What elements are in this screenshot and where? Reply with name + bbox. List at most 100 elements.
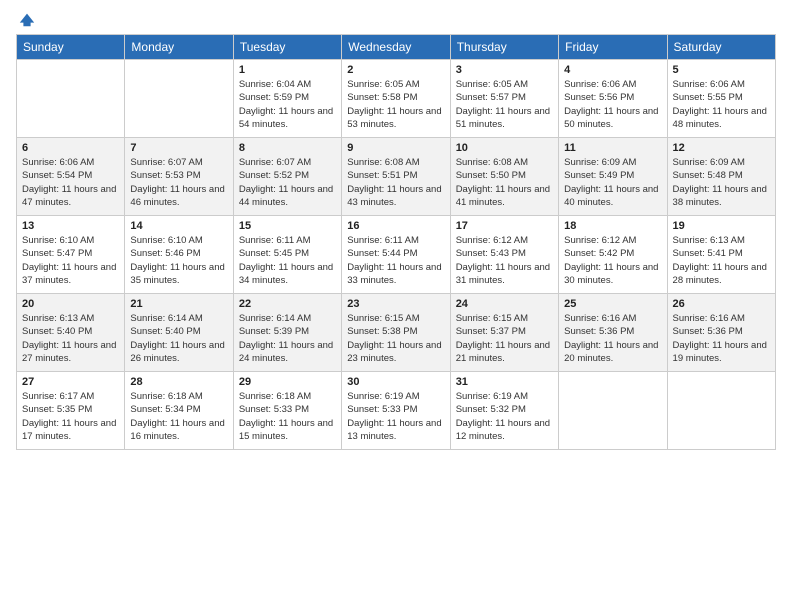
day-info: Sunrise: 6:06 AMSunset: 5:55 PMDaylight:… (673, 78, 770, 131)
calendar-week-row: 6 Sunrise: 6:06 AMSunset: 5:54 PMDaylight… (17, 138, 776, 216)
day-info: Sunrise: 6:13 AMSunset: 5:40 PMDaylight:… (22, 312, 119, 365)
day-number: 12 (673, 142, 770, 154)
calendar-day-cell: 24Sunrise: 6:15 AMSunset: 5:37 PMDayligh… (450, 294, 558, 372)
day-number: 4 (564, 64, 661, 76)
day-number: 13 (22, 220, 119, 232)
day-number: 5 (673, 64, 770, 76)
day-number: 2 (347, 64, 444, 76)
calendar-day-cell: 27 Sunrise: 6:17 AMSunset: 5:35 PMDayligh… (17, 372, 125, 450)
day-number: 3 (456, 64, 553, 76)
day-info: Sunrise: 6:10 AMSunset: 5:47 PMDaylight:… (22, 234, 119, 287)
calendar-day-cell (559, 372, 667, 450)
day-number: 9 (347, 142, 444, 154)
calendar-week-row: 20 Sunrise: 6:13 AMSunset: 5:40 PMDayligh… (17, 294, 776, 372)
day-info: Sunrise: 6:10 AMSunset: 5:46 PMDaylight:… (130, 234, 227, 287)
day-info: Sunrise: 6:06 AMSunset: 5:54 PMDaylight:… (22, 156, 119, 209)
calendar-header-cell: Saturday (667, 35, 775, 60)
calendar-day-cell (125, 60, 233, 138)
calendar-day-cell: 4 Sunrise: 6:06 AMSunset: 5:56 PMDaylight… (559, 60, 667, 138)
day-number: 31 (456, 376, 553, 388)
day-info: Sunrise: 6:08 AMSunset: 5:50 PMDaylight:… (456, 156, 553, 209)
calendar-week-row: 1 Sunrise: 6:04 AMSunset: 5:59 PMDaylight… (17, 60, 776, 138)
day-info: Sunrise: 6:19 AMSunset: 5:32 PMDaylight:… (456, 390, 553, 443)
calendar-header-cell: Thursday (450, 35, 558, 60)
header (16, 10, 776, 28)
day-info: Sunrise: 6:09 AMSunset: 5:48 PMDaylight:… (673, 156, 770, 209)
calendar-day-cell: 15Sunrise: 6:11 AMSunset: 5:45 PMDayligh… (233, 216, 341, 294)
calendar-day-cell: 29 Sunrise: 6:18 AMSunset: 5:33 PMDayligh… (233, 372, 341, 450)
day-info: Sunrise: 6:07 AMSunset: 5:53 PMDaylight:… (130, 156, 227, 209)
day-info: Sunrise: 6:12 AMSunset: 5:42 PMDaylight:… (564, 234, 661, 287)
day-number: 28 (130, 376, 227, 388)
day-info: Sunrise: 6:17 AMSunset: 5:35 PMDaylight:… (22, 390, 119, 443)
day-number: 7 (130, 142, 227, 154)
calendar-day-cell: 3Sunrise: 6:05 AMSunset: 5:57 PMDaylight… (450, 60, 558, 138)
calendar-day-cell: 26Sunrise: 6:16 AMSunset: 5:36 PMDayligh… (667, 294, 775, 372)
day-number: 11 (564, 142, 661, 154)
day-number: 22 (239, 298, 336, 310)
day-number: 29 (239, 376, 336, 388)
calendar-day-cell: 9Sunrise: 6:08 AMSunset: 5:51 PMDaylight… (342, 138, 450, 216)
day-info: Sunrise: 6:18 AMSunset: 5:33 PMDaylight:… (239, 390, 336, 443)
day-number: 18 (564, 220, 661, 232)
day-number: 24 (456, 298, 553, 310)
day-info: Sunrise: 6:04 AMSunset: 5:59 PMDaylight:… (239, 78, 336, 131)
logo (16, 10, 36, 28)
calendar-day-cell (17, 60, 125, 138)
day-info: Sunrise: 6:14 AMSunset: 5:39 PMDaylight:… (239, 312, 336, 365)
day-info: Sunrise: 6:05 AMSunset: 5:58 PMDaylight:… (347, 78, 444, 131)
calendar-header-row: SundayMondayTuesdayWednesdayThursdayFrid… (17, 35, 776, 60)
calendar-day-cell: 20 Sunrise: 6:13 AMSunset: 5:40 PMDayligh… (17, 294, 125, 372)
calendar-day-cell: 6 Sunrise: 6:06 AMSunset: 5:54 PMDaylight… (17, 138, 125, 216)
calendar-day-cell: 14Sunrise: 6:10 AMSunset: 5:46 PMDayligh… (125, 216, 233, 294)
calendar-body: 1 Sunrise: 6:04 AMSunset: 5:59 PMDaylight… (17, 60, 776, 450)
day-info: Sunrise: 6:16 AMSunset: 5:36 PMDaylight:… (673, 312, 770, 365)
day-info: Sunrise: 6:09 AMSunset: 5:49 PMDaylight:… (564, 156, 661, 209)
calendar-day-cell: 2 Sunrise: 6:05 AMSunset: 5:58 PMDaylight… (342, 60, 450, 138)
calendar-header-cell: Sunday (17, 35, 125, 60)
calendar-table: SundayMondayTuesdayWednesdayThursdayFrid… (16, 34, 776, 450)
logo-icon (18, 10, 36, 28)
day-number: 19 (673, 220, 770, 232)
day-number: 16 (347, 220, 444, 232)
calendar-day-cell: 16 Sunrise: 6:11 AMSunset: 5:44 PMDayligh… (342, 216, 450, 294)
day-number: 25 (564, 298, 661, 310)
day-number: 8 (239, 142, 336, 154)
calendar-day-cell: 19 Sunrise: 6:13 AMSunset: 5:41 PMDayligh… (667, 216, 775, 294)
day-info: Sunrise: 6:14 AMSunset: 5:40 PMDaylight:… (130, 312, 227, 365)
day-number: 6 (22, 142, 119, 154)
day-info: Sunrise: 6:16 AMSunset: 5:36 PMDaylight:… (564, 312, 661, 365)
day-info: Sunrise: 6:12 AMSunset: 5:43 PMDaylight:… (456, 234, 553, 287)
calendar-day-cell: 11 Sunrise: 6:09 AMSunset: 5:49 PMDayligh… (559, 138, 667, 216)
calendar-day-cell: 25 Sunrise: 6:16 AMSunset: 5:36 PMDayligh… (559, 294, 667, 372)
calendar-day-cell: 13 Sunrise: 6:10 AMSunset: 5:47 PMDayligh… (17, 216, 125, 294)
page-container: SundayMondayTuesdayWednesdayThursdayFrid… (0, 0, 792, 460)
calendar-day-cell: 1 Sunrise: 6:04 AMSunset: 5:59 PMDaylight… (233, 60, 341, 138)
day-number: 20 (22, 298, 119, 310)
calendar-day-cell: 31 Sunrise: 6:19 AMSunset: 5:32 PMDayligh… (450, 372, 558, 450)
calendar-header-cell: Friday (559, 35, 667, 60)
day-number: 1 (239, 64, 336, 76)
calendar-header-cell: Monday (125, 35, 233, 60)
calendar-day-cell: 5 Sunrise: 6:06 AMSunset: 5:55 PMDaylight… (667, 60, 775, 138)
day-info: Sunrise: 6:11 AMSunset: 5:44 PMDaylight:… (347, 234, 444, 287)
day-number: 30 (347, 376, 444, 388)
calendar-day-cell: 7 Sunrise: 6:07 AMSunset: 5:53 PMDaylight… (125, 138, 233, 216)
calendar-day-cell: 12 Sunrise: 6:09 AMSunset: 5:48 PMDayligh… (667, 138, 775, 216)
calendar-week-row: 13 Sunrise: 6:10 AMSunset: 5:47 PMDayligh… (17, 216, 776, 294)
calendar-header-cell: Wednesday (342, 35, 450, 60)
calendar-day-cell: 22 Sunrise: 6:14 AMSunset: 5:39 PMDayligh… (233, 294, 341, 372)
calendar-day-cell: 30 Sunrise: 6:19 AMSunset: 5:33 PMDayligh… (342, 372, 450, 450)
day-info: Sunrise: 6:07 AMSunset: 5:52 PMDaylight:… (239, 156, 336, 209)
day-info: Sunrise: 6:06 AMSunset: 5:56 PMDaylight:… (564, 78, 661, 131)
calendar-week-row: 27 Sunrise: 6:17 AMSunset: 5:35 PMDayligh… (17, 372, 776, 450)
day-number: 17 (456, 220, 553, 232)
day-info: Sunrise: 6:15 AMSunset: 5:38 PMDaylight:… (347, 312, 444, 365)
day-info: Sunrise: 6:11 AMSunset: 5:45 PMDaylight:… (239, 234, 336, 287)
calendar-day-cell: 17 Sunrise: 6:12 AMSunset: 5:43 PMDayligh… (450, 216, 558, 294)
day-number: 23 (347, 298, 444, 310)
calendar-day-cell: 18 Sunrise: 6:12 AMSunset: 5:42 PMDayligh… (559, 216, 667, 294)
day-info: Sunrise: 6:19 AMSunset: 5:33 PMDaylight:… (347, 390, 444, 443)
day-info: Sunrise: 6:13 AMSunset: 5:41 PMDaylight:… (673, 234, 770, 287)
day-number: 27 (22, 376, 119, 388)
